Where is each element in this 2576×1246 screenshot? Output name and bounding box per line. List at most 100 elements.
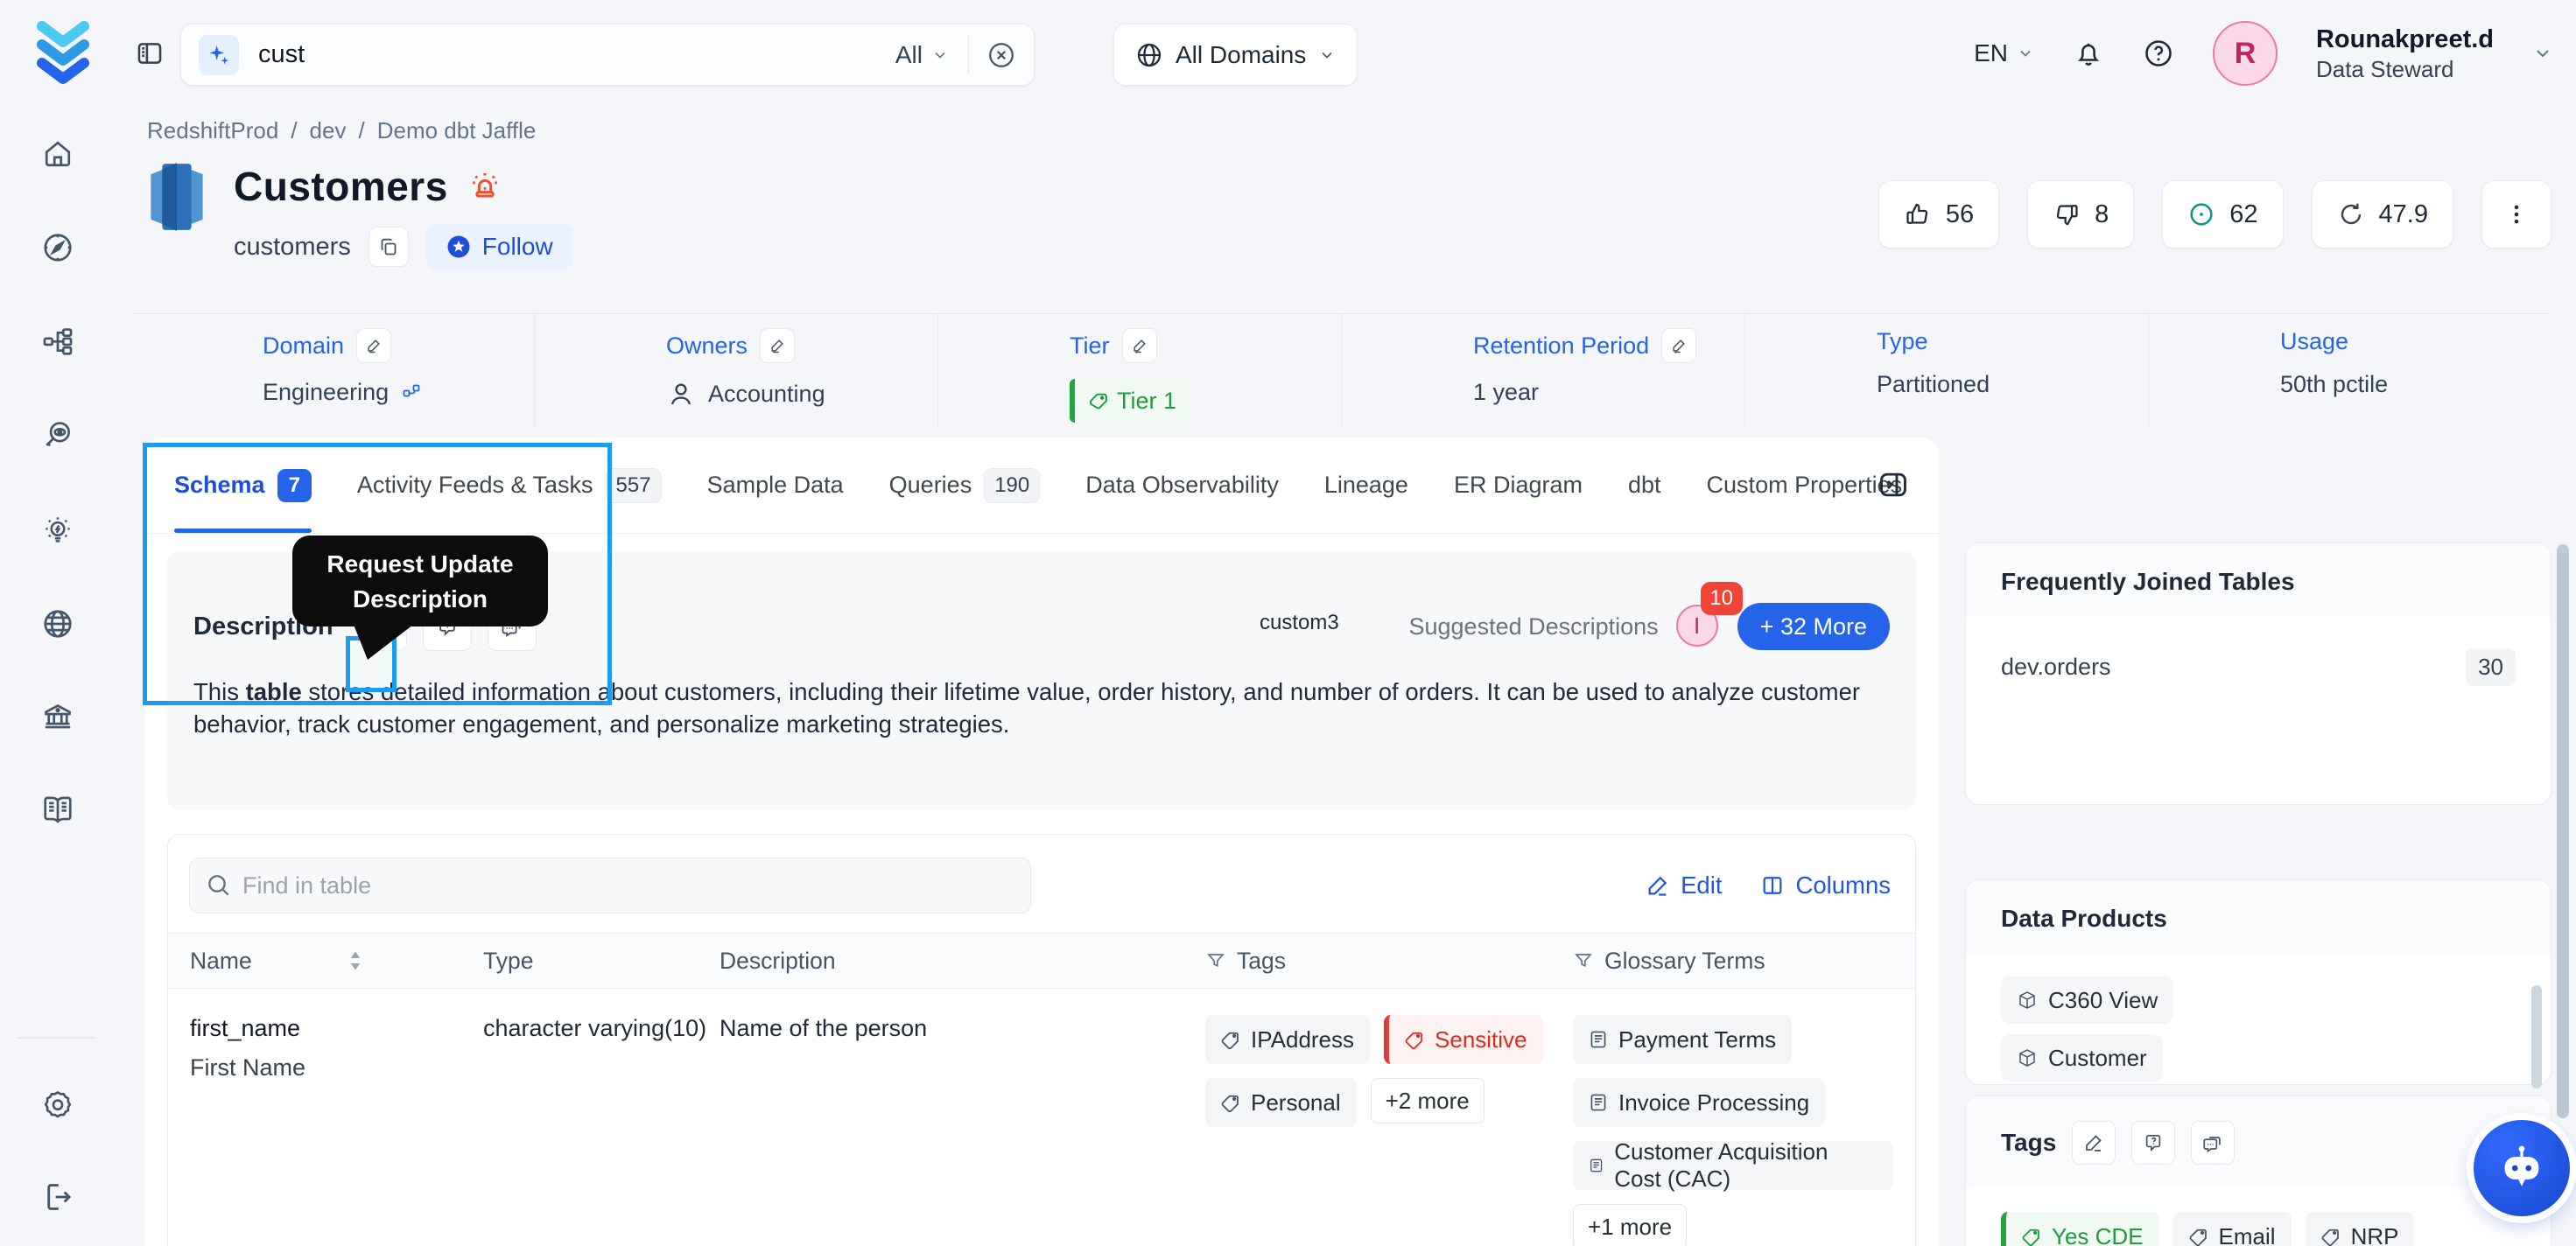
columns-button[interactable]: Columns (1760, 872, 1891, 900)
tier-badge[interactable]: Tier 1 (1070, 379, 1191, 423)
queries-count-badge: 190 (984, 467, 1041, 503)
cube-icon (2019, 991, 2035, 1009)
insights-bulb-icon[interactable] (40, 513, 75, 548)
collapse-panel-icon[interactable] (1874, 466, 1913, 504)
asset-qualified-name: customers (234, 232, 351, 261)
tab-custom-properties[interactable]: Custom Properties (1707, 438, 1903, 533)
edit-pencil-icon[interactable] (760, 328, 796, 363)
governance-bank-icon[interactable] (40, 700, 75, 735)
copy-icon[interactable] (368, 227, 409, 267)
table-row[interactable]: first_name First Name character varying(… (168, 989, 1915, 1246)
tab-er-diagram[interactable]: ER Diagram (1454, 438, 1583, 533)
globe-icon[interactable] (40, 606, 75, 641)
all-domains-dropdown[interactable]: All Domains (1113, 24, 1358, 86)
tab-lineage[interactable]: Lineage (1324, 438, 1408, 533)
left-nav-rail (0, 0, 114, 1246)
home-icon[interactable] (40, 136, 75, 172)
sidebar-collapse-icon[interactable] (135, 38, 166, 70)
term-doc-icon (1590, 1158, 1603, 1172)
suggested-more-button[interactable]: + 32 More (1737, 603, 1890, 650)
domain-link-icon (403, 384, 420, 396)
glossary-more-button[interactable]: +1 more (1573, 1204, 1688, 1246)
follow-button[interactable]: Follow (425, 224, 572, 270)
meta-owners: Owners Accounting (535, 314, 938, 429)
column-header-glossary[interactable]: Glossary Terms (1573, 948, 1893, 975)
tab-activity-feeds[interactable]: Activity Feeds & Tasks 557 (357, 438, 662, 533)
column-header-tags[interactable]: Tags (1205, 948, 1573, 975)
tags-title: Tags (2001, 1129, 2057, 1156)
lineage-icon[interactable] (40, 324, 75, 359)
panel-scrollbar[interactable] (2531, 985, 2542, 1088)
tag-icon (1090, 393, 1107, 410)
breadcrumb-connection[interactable]: RedshiftProd (147, 117, 278, 144)
edit-tags-icon[interactable] (2072, 1121, 2116, 1165)
edit-pencil-icon[interactable] (356, 328, 392, 363)
language-dropdown[interactable]: EN (1974, 39, 2034, 67)
column-header-name[interactable]: Name (190, 948, 483, 975)
observability-icon[interactable] (40, 417, 75, 452)
user-avatar[interactable]: R (2212, 21, 2278, 86)
column-header-description[interactable]: Description (719, 948, 1205, 975)
domain-value[interactable]: Engineering (263, 379, 389, 406)
edit-pencil-icon[interactable] (1121, 328, 1157, 363)
views-button[interactable]: 62 (2162, 180, 2284, 248)
breadcrumb-schema[interactable]: Demo dbt Jaffle (377, 117, 537, 144)
tag-chip[interactable]: Email (2172, 1212, 2292, 1246)
breadcrumb-database[interactable]: dev (310, 117, 347, 144)
globe-icon (1137, 43, 1162, 66)
tab-dbt[interactable]: dbt (1628, 438, 1661, 533)
tab-sample-data[interactable]: Sample Data (707, 438, 844, 533)
likes-button[interactable]: 56 (1878, 180, 2000, 248)
tag-icon (1221, 1095, 1239, 1112)
user-menu[interactable]: Rounakpreet.d Data Steward (2316, 24, 2494, 84)
request-tags-icon[interactable] (2131, 1121, 2176, 1165)
dislikes-count: 8 (2095, 200, 2109, 228)
schema-count-badge: 7 (277, 468, 312, 502)
freshness-button[interactable]: 47.9 (2311, 180, 2453, 248)
tab-data-observability[interactable]: Data Observability (1085, 438, 1279, 533)
owners-value[interactable]: Accounting (708, 381, 825, 408)
discover-compass-icon[interactable] (40, 230, 75, 265)
glossary-book-icon[interactable] (40, 792, 75, 827)
tag-chip[interactable]: Personal (1205, 1078, 1357, 1127)
notifications-bell-icon[interactable] (2073, 38, 2104, 69)
suggested-avatar[interactable]: I 10 (1675, 582, 1743, 648)
find-in-table-input[interactable] (189, 858, 1031, 914)
dislikes-button[interactable]: 8 (2027, 180, 2135, 248)
more-actions-button[interactable] (2481, 180, 2551, 248)
global-search-bar[interactable]: All (180, 24, 1035, 86)
column-header-type[interactable]: Type (483, 948, 719, 975)
tabs-bar: Schema 7 Activity Feeds & Tasks 557 Samp… (144, 438, 1939, 534)
edit-button[interactable]: Edit (1646, 872, 1722, 900)
user-name: Rounakpreet.d (2315, 24, 2494, 53)
data-product-chip[interactable]: Customer (2001, 1034, 2163, 1082)
glossary-term-chip[interactable]: Invoice Processing (1573, 1078, 1826, 1127)
tab-queries[interactable]: Queries 190 (889, 438, 1041, 533)
joined-table-row[interactable]: dev.orders 30 (1966, 617, 2551, 718)
tag-chip-sensitive[interactable]: Sensitive (1384, 1015, 1543, 1064)
glossary-term-chip[interactable]: Payment Terms (1573, 1015, 1793, 1064)
search-scope-dropdown[interactable]: All (895, 41, 968, 69)
tab-schema[interactable]: Schema 7 (174, 438, 312, 533)
announcement-siren-icon[interactable] (467, 169, 502, 204)
tags-more-button[interactable]: +2 more (1370, 1078, 1485, 1124)
filter-funnel-icon (1207, 954, 1225, 968)
edit-pencil-icon[interactable] (1661, 328, 1697, 363)
global-search-input[interactable] (258, 40, 895, 69)
tag-chip[interactable]: IPAddress (1205, 1015, 1371, 1064)
clear-search-icon[interactable] (986, 40, 1016, 70)
help-icon[interactable] (2143, 38, 2174, 69)
logout-icon[interactable] (40, 1180, 75, 1214)
suggestions-bubbles-icon[interactable] (2191, 1121, 2236, 1165)
chatbot-button[interactable] (2474, 1120, 2570, 1216)
tag-chip[interactable]: NRP (2305, 1212, 2415, 1246)
data-product-chip[interactable]: C360 View (2001, 976, 2174, 1024)
app-logo-icon[interactable] (32, 16, 95, 84)
chevron-down-icon (1322, 52, 1332, 59)
page-scrollbar[interactable] (2557, 544, 2569, 1118)
custom3-tag: custom3 (1260, 611, 1339, 634)
tag-chip-yes-cde[interactable]: Yes CDE (2001, 1212, 2159, 1246)
glossary-term-chip[interactable]: Customer Acquisition Cost (CAC) (1573, 1138, 1893, 1192)
settings-gear-icon[interactable] (40, 1088, 75, 1123)
tooltip-tail (354, 625, 413, 660)
